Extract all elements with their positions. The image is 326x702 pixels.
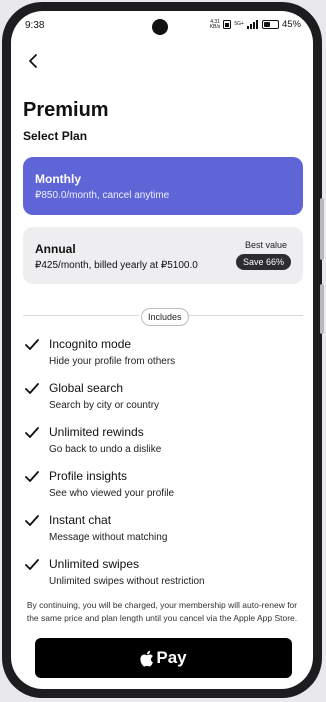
feature-desc: Hide your profile from others — [49, 356, 176, 367]
plan-price: ₽425/month, billed yearly at ₽5100.0 — [35, 260, 198, 271]
feature-desc: Search by city or country — [49, 400, 160, 411]
signal-icon — [246, 20, 258, 29]
feature-name: Unlimited swipes — [49, 557, 140, 571]
feature-desc: Go back to undo a dislike — [49, 444, 162, 455]
checkmark-icon — [25, 559, 39, 570]
battery-percent: 45% — [281, 19, 301, 30]
net-speed: 4.31 KB/s — [209, 19, 221, 30]
feature-desc: See who viewed your profile — [49, 488, 175, 499]
page-title: Premium — [23, 99, 109, 121]
checkmark-icon — [25, 471, 39, 482]
plan-annual[interactable]: Annual ₽425/month, billed yearly at ₽510… — [23, 227, 303, 284]
legal-text: By continuing, you will be charged, your… — [26, 600, 298, 623]
plan-name: Monthly — [35, 172, 81, 186]
checkmark-icon — [25, 427, 39, 438]
plan-name: Annual — [35, 242, 76, 256]
status-icons: 4.31 KB/s 5G+ 45% — [210, 19, 301, 30]
checkmark-icon — [25, 339, 39, 350]
divider-left — [23, 315, 139, 316]
apple-logo-icon — [140, 650, 154, 666]
feature-name: Incognito mode — [49, 337, 132, 351]
checkmark-icon — [25, 383, 39, 394]
save-badge: Save 66% — [235, 254, 291, 270]
pay-label: Pay — [156, 648, 187, 667]
best-value-label: Best value — [244, 240, 287, 250]
net-speed-unit: KB/s — [209, 23, 221, 30]
chevron-left-icon[interactable] — [25, 53, 41, 69]
battery-icon — [261, 20, 279, 29]
front-camera — [152, 19, 168, 35]
feature-name: Instant chat — [49, 513, 112, 527]
feature-item: Unlimited swipes Unlimited swipes withou… — [11, 555, 313, 595]
power-button — [320, 284, 324, 334]
plan-price: ₽850.0/month, cancel anytime — [35, 190, 170, 201]
feature-item: Instant chat Message without matching — [11, 511, 313, 551]
feature-desc: Message without matching — [49, 532, 168, 543]
volume-button — [320, 198, 324, 260]
includes-label: Includes — [141, 308, 189, 326]
phone-frame: 9:38 4.31 KB/s 5G+ 45% Premium Select Pl… — [2, 2, 324, 698]
sim-icon — [223, 20, 232, 29]
feature-name: Profile insights — [49, 469, 128, 483]
feature-desc: Unlimited swipes without restriction — [49, 576, 205, 587]
plan-monthly[interactable]: Monthly ₽850.0/month, cancel anytime — [23, 157, 303, 215]
feature-item: Profile insights See who viewed your pro… — [11, 467, 313, 507]
status-bar: 9:38 4.31 KB/s 5G+ 45% — [11, 11, 313, 37]
feature-item: Global search Search by city or country — [11, 379, 313, 419]
apple-pay-button[interactable]: Pay — [35, 638, 292, 678]
feature-item: Incognito mode Hide your profile from ot… — [11, 335, 313, 375]
status-time: 9:38 — [25, 20, 45, 31]
divider-right — [187, 315, 303, 316]
feature-item: Unlimited rewinds Go back to undo a disl… — [11, 423, 313, 463]
feature-name: Global search — [49, 381, 124, 395]
network-type: 5G+ — [234, 21, 244, 27]
page-subtitle: Select Plan — [23, 129, 88, 143]
feature-name: Unlimited rewinds — [49, 425, 144, 439]
checkmark-icon — [25, 515, 39, 526]
screen: 9:38 4.31 KB/s 5G+ 45% Premium Select Pl… — [11, 11, 313, 689]
